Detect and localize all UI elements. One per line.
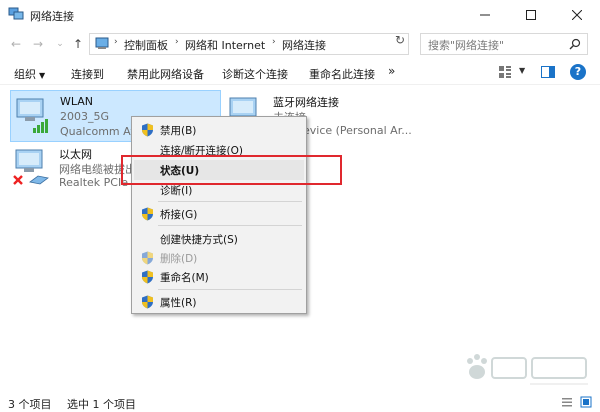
menu-item-rename[interactable]: 重命名(M) <box>134 267 304 287</box>
refresh-button[interactable]: ↻ <box>392 33 408 49</box>
highlight-annotation-frame <box>121 155 342 185</box>
menu-item-delete: 删除(D) <box>134 248 304 268</box>
control-panel-icon <box>95 37 109 49</box>
back-button[interactable]: ← <box>8 36 24 52</box>
connect-to-button[interactable]: 连接到 <box>71 66 104 82</box>
connection-status: 2003_5G <box>60 110 110 123</box>
breadcrumb-separator: › <box>175 37 179 47</box>
minimize-button[interactable] <box>462 0 508 30</box>
large-icons-view-icon[interactable] <box>580 396 592 408</box>
recent-locations-button[interactable]: ⌄ <box>52 36 68 52</box>
baidu-jingyan-watermark-logo <box>467 354 588 385</box>
item-count: 3 个项目 <box>8 398 52 411</box>
connection-name: 以太网 <box>59 148 92 161</box>
status-bar: 3 个项目 选中 1 个项目 <box>0 392 600 412</box>
breadcrumb-separator: › <box>114 37 118 47</box>
uac-shield-icon <box>142 123 153 137</box>
menu-item-create-shortcut[interactable]: 创建快捷方式(S) <box>134 229 304 249</box>
close-icon <box>572 10 582 20</box>
help-icon[interactable]: ? <box>570 64 586 80</box>
menu-separator <box>158 201 302 202</box>
menu-item-disable[interactable]: 禁用(B) <box>134 120 304 140</box>
search-icon <box>569 38 581 50</box>
wireless-network-icon <box>16 98 48 133</box>
menu-item-label: 属性(R) <box>160 297 197 309</box>
ethernet-disconnected-icon <box>13 149 49 185</box>
chevron-down-icon: ⌄ <box>56 39 64 49</box>
search-placeholder: 搜索"网络连接" <box>428 39 505 52</box>
breadcrumb-control-panel[interactable]: 控制面板 <box>124 37 168 53</box>
chevron-down-icon: ▼ <box>39 71 46 80</box>
refresh-icon: ↻ <box>394 33 406 47</box>
uac-shield-icon <box>142 251 153 265</box>
up-button[interactable]: ↑ <box>70 36 86 52</box>
menu-item-label: 创建快捷方式(S) <box>160 234 238 246</box>
connection-name: 蓝牙网络连接 <box>273 96 339 109</box>
maximize-button[interactable] <box>508 0 554 30</box>
details-view-icon[interactable] <box>561 396 573 408</box>
organize-label: 组织 <box>14 68 36 81</box>
rename-button[interactable]: 重命名此连接 <box>309 66 375 82</box>
menu-item-label: 诊断(I) <box>160 185 193 197</box>
maximize-icon <box>526 10 536 20</box>
menu-separator <box>158 289 302 290</box>
breadcrumb-separator: › <box>272 37 276 47</box>
menu-item-label: 重命名(M) <box>160 272 209 284</box>
organize-button[interactable]: 组织 ▼ <box>14 66 45 82</box>
search-box[interactable]: 搜索"网络连接" <box>420 33 588 55</box>
more-commands-button[interactable]: » <box>388 64 395 78</box>
title-bar: 网络连接 <box>0 0 600 30</box>
uac-shield-icon <box>142 270 153 284</box>
window-title: 网络连接 <box>30 10 74 23</box>
minimize-icon <box>480 14 490 16</box>
change-view-icon[interactable] <box>498 65 512 79</box>
network-connections-icon <box>8 7 24 20</box>
menu-separator <box>158 225 302 226</box>
close-button[interactable] <box>554 0 600 30</box>
diagnose-button[interactable]: 诊断这个连接 <box>222 66 288 82</box>
arrow-right-icon: → <box>32 37 44 51</box>
view-options-dropdown[interactable]: ▼ <box>519 66 525 75</box>
disable-device-button[interactable]: 禁用此网络设备 <box>127 66 204 82</box>
arrow-up-icon: ↑ <box>72 37 84 51</box>
menu-item-label: 删除(D) <box>160 253 198 265</box>
selected-count: 选中 1 个项目 <box>67 398 136 411</box>
uac-shield-icon <box>142 295 153 309</box>
uac-shield-icon <box>142 207 153 221</box>
menu-item-label: 禁用(B) <box>160 125 197 137</box>
connection-device: Qualcomm Ath <box>60 125 142 138</box>
command-bar: 组织 ▼ 连接到 禁用此网络设备 诊断这个连接 重命名此连接 » ▼ ? <box>0 60 600 85</box>
context-menu: 禁用(B) 连接/断开连接(O) 状态(U) 诊断(I) 桥接(G) 创建快捷方… <box>131 116 307 314</box>
menu-item-label: 桥接(G) <box>160 209 198 221</box>
breadcrumb-network-internet[interactable]: 网络和 Internet <box>185 37 265 53</box>
address-row: ← → ⌄ ↑ › 控制面板 › 网络和 Internet › 网络连接 ▾ ↻… <box>0 30 600 58</box>
preview-pane-icon[interactable] <box>541 65 555 79</box>
address-bar[interactable]: › 控制面板 › 网络和 Internet › 网络连接 ▾ <box>89 33 470 55</box>
menu-item-bridge[interactable]: 桥接(G) <box>134 204 304 224</box>
menu-item-properties[interactable]: 属性(R) <box>134 292 304 312</box>
forward-button[interactable]: → <box>30 36 46 52</box>
arrow-left-icon: ← <box>10 37 22 51</box>
connection-name: WLAN <box>60 95 94 108</box>
breadcrumb-network-connections[interactable]: 网络连接 <box>282 37 326 53</box>
